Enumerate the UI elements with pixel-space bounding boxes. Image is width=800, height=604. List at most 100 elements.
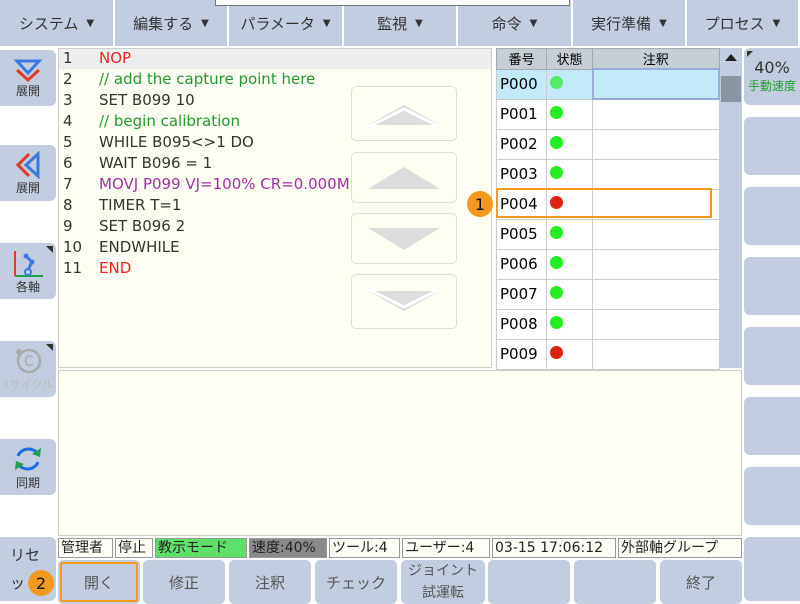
program-line[interactable]: 1 NOP	[59, 48, 491, 69]
note-cell[interactable]	[591, 68, 720, 100]
note-cell[interactable]	[592, 218, 720, 250]
bottom-button-3[interactable]: チェック	[315, 560, 397, 604]
button-label: 終了	[685, 573, 716, 592]
table-row[interactable]: P005	[496, 218, 720, 250]
table-row[interactable]: P007	[496, 278, 720, 310]
note-cell[interactable]	[592, 248, 720, 280]
side-button-4[interactable]	[744, 327, 800, 385]
table-row[interactable]: P001	[496, 98, 720, 130]
line-number: 5	[63, 133, 73, 151]
double-up-arrow-icon	[367, 104, 441, 127]
menu-label: 編集する	[133, 14, 194, 33]
down-arrow-icon	[368, 227, 440, 250]
table-row[interactable]: P009	[496, 338, 720, 370]
menu-1[interactable]: 編集する ▼	[115, 0, 229, 46]
bottom-button-1[interactable]: 修正	[143, 560, 225, 604]
status-user-frame[interactable]: ユーザー:4	[402, 538, 490, 558]
page-up-button[interactable]	[351, 86, 457, 141]
note-cell[interactable]	[592, 338, 720, 370]
bottom-button-2[interactable]: 注釈	[229, 560, 311, 604]
line-text: // begin calibration	[99, 112, 240, 130]
bottom-button-6[interactable]	[574, 560, 656, 604]
up-arrow-icon	[368, 166, 440, 189]
note-cell[interactable]	[592, 308, 720, 340]
cycle-label: 1サイクル	[2, 378, 54, 391]
bottom-button-4[interactable]: ジョイント試運転	[401, 560, 485, 604]
side-button-2[interactable]	[744, 187, 800, 245]
sync-label: 同期	[15, 475, 40, 490]
point-id: P005	[496, 218, 547, 250]
line-text: MOVJ P099 VJ=100% CR=0.000MM	[99, 175, 363, 193]
menu-2[interactable]: パラメータ ▼	[229, 0, 344, 46]
scroll-up-icon[interactable]	[725, 54, 737, 61]
caret-down-icon: ▼	[415, 17, 423, 29]
caret-down-icon: ▼	[529, 17, 538, 29]
table-row[interactable]: P006	[496, 248, 720, 280]
table-scrollbar[interactable]	[720, 48, 742, 368]
point-id: P008	[496, 308, 547, 340]
table-row[interactable]: P008	[496, 308, 720, 340]
status-cell	[546, 248, 593, 280]
expand-down-button[interactable]: 展開	[0, 50, 56, 106]
side-button-7[interactable]	[744, 537, 800, 601]
line-number: 2	[63, 70, 73, 88]
line-number: 1	[63, 49, 73, 67]
cycle-icon: C	[16, 348, 42, 374]
menu-label: パラメータ	[240, 14, 315, 33]
line-text: NOP	[99, 49, 132, 67]
menu-5[interactable]: 実行準備 ▼	[573, 0, 687, 46]
status-dot	[550, 166, 563, 179]
line-number: 6	[63, 154, 73, 172]
menu-0[interactable]: システム ▼	[0, 0, 115, 46]
point-id: P002	[496, 128, 547, 160]
status-cell	[546, 218, 593, 250]
status-external-axis[interactable]: 外部軸グループ	[618, 538, 742, 558]
status-cell	[546, 68, 593, 100]
sync-icon	[15, 447, 41, 470]
table-row[interactable]: P002	[496, 128, 720, 160]
sync-button[interactable]: 同期	[0, 439, 56, 495]
expand-label: 展開	[15, 180, 40, 195]
line-text: ENDWHILE	[99, 238, 180, 256]
line-text: TIMER T=1	[99, 196, 182, 214]
menu-6[interactable]: プロセス ▼	[687, 0, 800, 46]
message-area	[58, 370, 742, 536]
caret-down-icon: ▼	[322, 17, 331, 29]
cycle-button[interactable]: C 1サイクル	[0, 341, 56, 397]
point-id: P001	[496, 98, 547, 130]
open-button-highlight	[60, 562, 138, 602]
note-cell[interactable]	[592, 128, 720, 160]
expand-left-button[interactable]: 展開	[0, 145, 56, 201]
step-badge-2: 2	[28, 570, 54, 596]
scrollbar-thumb[interactable]	[721, 76, 741, 102]
caret-down-icon: ▼	[86, 17, 95, 29]
side-button-1[interactable]	[744, 117, 800, 175]
side-button-5[interactable]	[744, 397, 800, 455]
axes-label: 各軸	[15, 279, 40, 294]
col-header-status: 状態	[546, 48, 593, 70]
note-cell[interactable]	[592, 158, 720, 190]
page-down-button[interactable]	[351, 274, 457, 329]
bottom-button-7[interactable]: 終了	[660, 560, 742, 604]
menu-3[interactable]: 監視 ▼	[344, 0, 458, 46]
status-cell	[546, 308, 593, 340]
note-cell[interactable]	[592, 278, 720, 310]
table-row[interactable]: P003	[496, 158, 720, 190]
line-down-button[interactable]	[351, 213, 457, 264]
menu-label: 監視	[377, 14, 408, 33]
side-button-6[interactable]	[744, 467, 800, 525]
double-down-arrow-icon	[367, 288, 441, 311]
table-row[interactable]: P000	[496, 68, 720, 100]
line-number: 10	[63, 238, 83, 256]
side-button-3[interactable]	[744, 257, 800, 315]
manual-speed-button[interactable]: 40% 手動速度	[744, 48, 800, 105]
note-cell[interactable]	[592, 98, 720, 130]
bottom-button-5[interactable]	[488, 560, 570, 604]
line-text: WHILE B095<>1 DO	[99, 133, 254, 151]
line-text: // add the capture point here	[99, 70, 316, 88]
axes-button[interactable]: 各軸	[0, 243, 56, 299]
status-tool[interactable]: ツール:4	[329, 538, 400, 558]
menu-4[interactable]: 命令 ▼	[458, 0, 573, 46]
line-up-button[interactable]	[351, 152, 457, 203]
line-text: SET B099 10	[99, 91, 195, 109]
